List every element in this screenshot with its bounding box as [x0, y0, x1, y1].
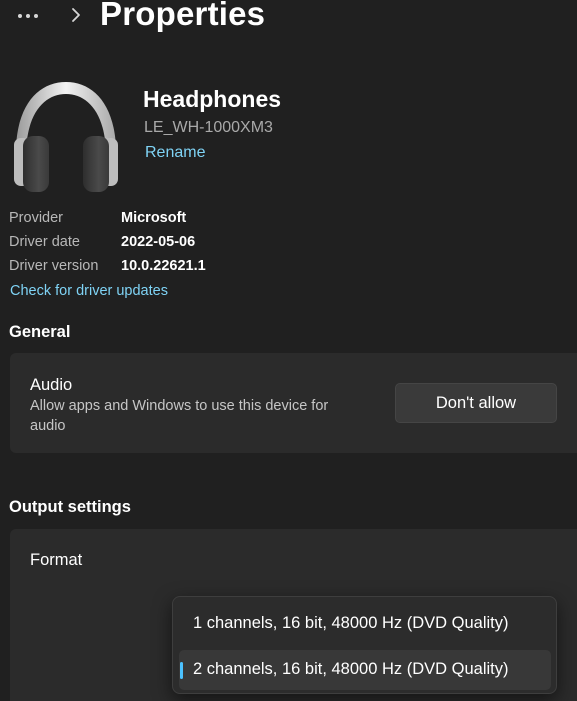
format-option-label: 1 channels, 16 bit, 48000 Hz (DVD Qualit…	[193, 614, 509, 632]
format-option-1-channel[interactable]: 1 channels, 16 bit, 48000 Hz (DVD Qualit…	[179, 604, 551, 644]
audio-title: Audio	[30, 376, 73, 394]
driver-date-label: Driver date	[9, 234, 80, 250]
properties-page: Properties Headphones LE_WH-1000XM3 Rena…	[0, 0, 577, 701]
device-model: LE_WH-1000XM3	[144, 119, 273, 136]
chevron-right-icon	[72, 8, 80, 22]
audio-description: Allow apps and Windows to use this devic…	[30, 398, 329, 434]
provider-label: Provider	[9, 210, 63, 226]
device-name: Headphones	[143, 86, 282, 112]
more-options-button[interactable]	[10, 5, 46, 27]
driver-date-value: 2022-05-06	[121, 234, 196, 250]
driver-version-value: 10.0.22621.1	[121, 258, 206, 274]
more-icon	[18, 14, 22, 18]
format-option-2-channels[interactable]: 2 channels, 16 bit, 48000 Hz (DVD Qualit…	[179, 650, 551, 690]
format-option-label: 2 channels, 16 bit, 48000 Hz (DVD Qualit…	[193, 660, 509, 678]
driver-version-label: Driver version	[9, 258, 99, 274]
rename-link[interactable]: Rename	[145, 144, 205, 162]
format-dropdown-list[interactable]: 1 channels, 16 bit, 48000 Hz (DVD Qualit…	[172, 596, 557, 694]
output-settings-header: Output settings	[9, 498, 131, 516]
page-title: Properties	[100, 0, 266, 32]
general-section-header: General	[9, 323, 71, 341]
provider-value: Microsoft	[121, 210, 187, 226]
breadcrumb: Properties	[0, 0, 577, 44]
headphones-icon	[14, 82, 118, 192]
dont-allow-button[interactable]: Don't allow	[395, 383, 557, 423]
format-label: Format	[30, 551, 83, 569]
selected-indicator	[180, 662, 183, 679]
check-driver-updates-link[interactable]: Check for driver updates	[10, 283, 168, 299]
audio-setting-card: Audio Allow apps and Windows to use this…	[10, 353, 577, 453]
